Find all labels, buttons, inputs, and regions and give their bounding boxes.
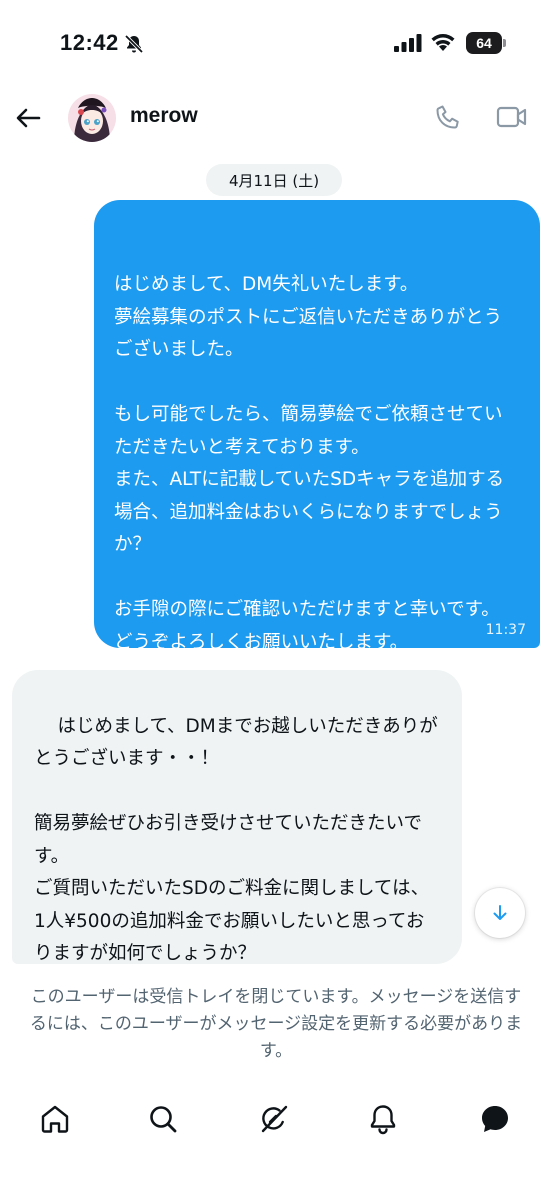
wifi-icon xyxy=(431,34,455,51)
bell-off-icon xyxy=(124,34,144,54)
message-timestamp: 11:37 xyxy=(485,622,526,638)
dm-conversation-screen: 12:42 64 merow 4月11日 (土) はじめまして、DM失礼いたしま… xyxy=(0,0,552,1200)
messages-icon[interactable] xyxy=(478,1102,512,1136)
avatar[interactable] xyxy=(68,94,116,142)
video-call-icon[interactable] xyxy=(496,104,528,130)
status-bar: 12:42 64 xyxy=(0,0,552,88)
scroll-to-bottom-button[interactable] xyxy=(475,888,525,938)
received-message-bubble[interactable]: はじめまして、DMまでお越しいただきありがとうございます・・！ 簡易夢絵ぜひお引… xyxy=(12,670,462,964)
cellular-signal-icon xyxy=(394,34,422,52)
contact-name[interactable]: merow xyxy=(130,104,198,128)
home-icon[interactable] xyxy=(38,1102,72,1136)
avatar-illustration xyxy=(68,94,116,142)
conversation-header: merow xyxy=(0,88,552,150)
battery-indicator: 64 xyxy=(466,32,502,54)
arrow-down-icon xyxy=(493,905,507,920)
date-divider: 4月11日 (土) xyxy=(206,164,342,196)
phone-call-icon[interactable] xyxy=(434,103,462,131)
message-text: はじめまして、DMまでお越しいただきありがとうございます・・！ 簡易夢絵ぜひお引… xyxy=(34,715,438,965)
sent-message-bubble[interactable]: はじめまして、DM失礼いたします。 夢絵募集のポストにご返信いただきありがとうご… xyxy=(94,200,540,653)
notifications-icon[interactable] xyxy=(366,1102,400,1136)
inbox-closed-notice: このユーザーは受信トレイを閉じています。メッセージを送信するには、このユーザーが… xyxy=(29,987,523,1061)
battery-cap xyxy=(503,39,506,47)
status-time: 12:42 xyxy=(60,30,119,55)
inbox-closed-notice-area: このユーザーは受信トレイを閉じています。メッセージを送信するには、このユーザーが… xyxy=(0,964,552,1064)
back-arrow-icon[interactable] xyxy=(14,104,42,132)
search-icon[interactable] xyxy=(146,1102,180,1136)
bottom-navigation xyxy=(0,1090,552,1150)
grok-icon[interactable] xyxy=(257,1102,291,1136)
message-text: はじめまして、DM失礼いたします。 夢絵募集のポストにご返信いただきありがとうご… xyxy=(114,274,505,653)
